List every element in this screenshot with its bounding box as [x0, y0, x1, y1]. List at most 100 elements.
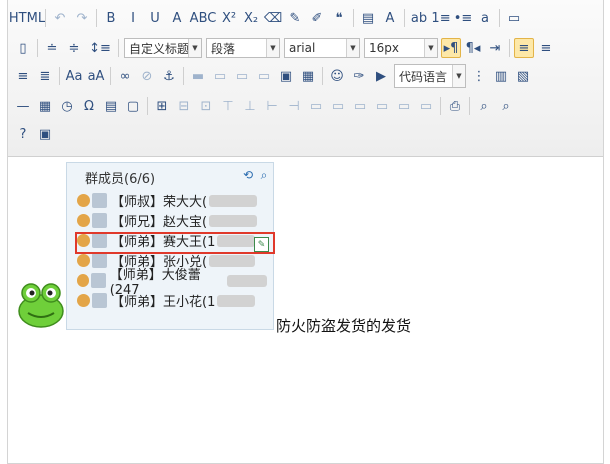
to-lowercase-button[interactable]: aA — [86, 66, 106, 86]
clear-doc-button[interactable]: ▭ — [504, 8, 524, 28]
bold-button[interactable]: B — [101, 8, 121, 28]
font-border-button[interactable]: A — [167, 8, 187, 28]
select-all-button[interactable]: a — [475, 8, 495, 28]
template-icon[interactable]: ▥ — [491, 66, 511, 86]
insert-paragraph-before-table-icon[interactable]: ⊡ — [196, 96, 216, 116]
image-center-icon[interactable]: ▭ — [254, 66, 274, 86]
toolbar-separator — [469, 97, 470, 115]
special-char-icon[interactable]: Ω — [79, 96, 99, 116]
underline-button[interactable]: U — [145, 8, 165, 28]
blockquote-button[interactable]: ❝ — [329, 8, 349, 28]
justify-button[interactable]: ≣ — [35, 66, 55, 86]
eraser-icon[interactable]: ⌫ — [263, 8, 283, 28]
scrawl-icon[interactable]: ✑ — [349, 66, 369, 86]
member-label: 【师弟】王小花(1 — [111, 295, 216, 310]
to-uppercase-button[interactable]: Aa — [64, 66, 84, 86]
font-size-value: 16px — [369, 41, 399, 55]
line-height-button[interactable]: ↕≡ — [86, 38, 114, 58]
undo-button[interactable]: ↶ — [50, 8, 70, 28]
split-cols-icon[interactable]: ▭ — [416, 96, 436, 116]
page-break-icon[interactable]: ⋮ — [469, 66, 489, 86]
source-code-button[interactable]: HTML — [9, 8, 45, 28]
search-replace-icon[interactable]: ⌕ — [496, 96, 516, 116]
print-icon[interactable]: ⎙ — [445, 96, 465, 116]
auto-format-icon[interactable]: ✐ — [307, 8, 327, 28]
unordered-list-button[interactable]: •≡ — [453, 8, 473, 28]
merge-right-icon[interactable]: ▭ — [328, 96, 348, 116]
custom-title-select[interactable]: 自定义标题 ▼ — [124, 38, 202, 58]
toolbar-separator — [440, 97, 441, 115]
row-spacing-top-button[interactable]: ≐ — [42, 38, 62, 58]
image-left-icon[interactable]: ▭ — [210, 66, 230, 86]
ordered-list-button[interactable]: 1≡ — [431, 8, 451, 28]
user-icon — [77, 254, 90, 267]
delete-row-icon[interactable]: ⊥ — [240, 96, 260, 116]
content-text: 防火防盗发货的发货 — [276, 317, 412, 335]
format-painter-icon[interactable]: ✎ — [285, 8, 305, 28]
anchor-icon[interactable]: ⚓ — [159, 66, 179, 86]
chevron-down-icon: ▼ — [266, 39, 279, 57]
editor-content[interactable]: 群成员(6/6) ⟲ ⌕ 【师叔】荣大大(【师兄】赵大宝(【师弟】赛大王(1 【师… — [8, 157, 603, 463]
align-right-button[interactable]: ≡ — [13, 66, 33, 86]
image-right-icon[interactable]: ▭ — [232, 66, 252, 86]
ltr-button[interactable]: ▸¶ — [441, 38, 461, 58]
link-icon[interactable]: ∞ — [115, 66, 135, 86]
member-label: 【师兄】赵大宝( — [111, 215, 208, 230]
italic-button[interactable]: I — [123, 8, 143, 28]
snapscreen-icon[interactable]: ▢ — [123, 96, 143, 116]
paragraph-value: 段落 — [211, 41, 236, 56]
frog-emoticon-icon — [18, 283, 64, 328]
user-icon — [77, 274, 90, 287]
unlink-icon[interactable]: ⊘ — [137, 66, 157, 86]
insert-image-icon[interactable]: ▦ — [298, 66, 318, 86]
align-left-button[interactable]: ≡ — [514, 38, 534, 58]
merge-down-icon[interactable]: ▭ — [350, 96, 370, 116]
preview-icon[interactable]: ⌕ — [474, 96, 494, 116]
rtl-button[interactable]: ¶◂ — [463, 38, 483, 58]
drafts-icon[interactable]: ▣ — [35, 124, 55, 144]
delete-table-icon[interactable]: ⊟ — [174, 96, 194, 116]
font-color-button[interactable]: A — [380, 8, 400, 28]
chevron-down-icon: ▼ — [188, 39, 201, 57]
delete-col-icon[interactable]: ⊣ — [284, 96, 304, 116]
merge-cells-icon[interactable]: ▭ — [306, 96, 326, 116]
row-spacing-bottom-button[interactable]: ≑ — [64, 38, 84, 58]
strikethrough-button[interactable]: ABC — [189, 8, 217, 28]
subscript-button[interactable]: X₂ — [241, 8, 261, 28]
toolbar-separator — [118, 39, 119, 57]
align-center-button[interactable]: ≡ — [536, 38, 556, 58]
simple-upload-icon[interactable]: ▣ — [276, 66, 296, 86]
insert-table-icon[interactable]: ⊞ — [152, 96, 172, 116]
paste-plain-icon[interactable]: ▤ — [358, 8, 378, 28]
background-icon[interactable]: ▧ — [513, 66, 533, 86]
emotion-icon[interactable]: ☺ — [327, 66, 347, 86]
toolbar-separator — [353, 9, 354, 27]
horizontal-rule-icon[interactable]: — — [13, 96, 33, 116]
font-family-select[interactable]: arial ▼ — [284, 38, 360, 58]
avatar — [92, 253, 107, 268]
date-icon[interactable]: ▦ — [35, 96, 55, 116]
wordimage-icon[interactable]: ▤ — [101, 96, 121, 116]
insert-video-icon[interactable]: ▶ — [371, 66, 391, 86]
split-cells-icon[interactable]: ▭ — [372, 96, 392, 116]
member-label: 【师叔】荣大大( — [111, 195, 208, 210]
paragraph-select[interactable]: 段落 ▼ — [206, 38, 280, 58]
code-language-select[interactable]: 代码语言 ▼ — [394, 64, 466, 88]
time-icon[interactable]: ◷ — [57, 96, 77, 116]
user-icon — [77, 294, 90, 307]
list-item: 【师叔】荣大大( — [77, 191, 267, 210]
image-none-icon[interactable]: ▬ — [188, 66, 208, 86]
split-rows-icon[interactable]: ▭ — [394, 96, 414, 116]
help-icon[interactable]: ? — [13, 124, 33, 144]
font-size-select[interactable]: 16px ▼ — [364, 38, 438, 58]
redo-button[interactable]: ↷ — [72, 8, 92, 28]
toolbar-separator — [59, 67, 60, 85]
superscript-button[interactable]: X² — [219, 8, 239, 28]
toolbar-separator — [110, 67, 111, 85]
insert-row-icon[interactable]: ⊤ — [218, 96, 238, 116]
insert-col-icon[interactable]: ⊢ — [262, 96, 282, 116]
clear-format-icon[interactable]: ▯ — [13, 38, 33, 58]
indent-button[interactable]: ⇥ — [485, 38, 505, 58]
back-color-button[interactable]: ab — [409, 8, 429, 28]
toolbar-separator — [37, 39, 38, 57]
